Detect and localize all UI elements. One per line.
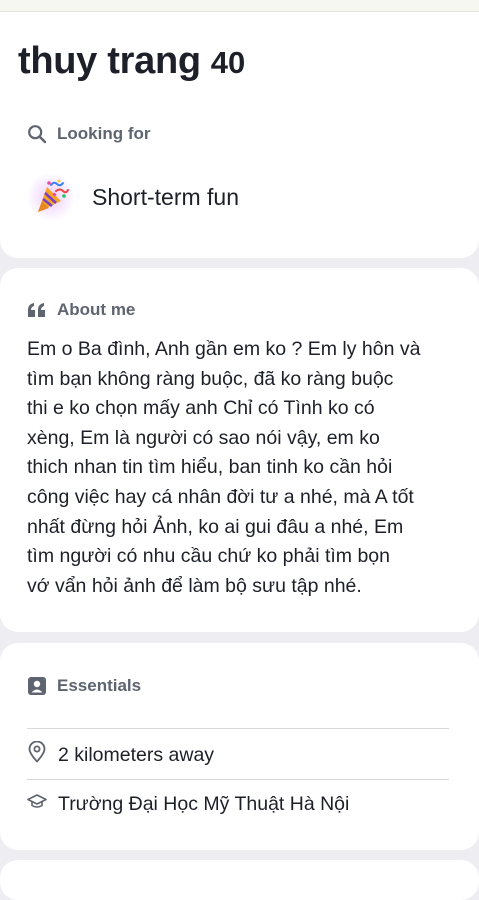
- quote-icon: [27, 301, 47, 319]
- essentials-heading: Essentials: [27, 676, 141, 696]
- divider: [27, 728, 449, 729]
- id-badge-icon: [27, 676, 47, 696]
- about-text: Em o Ba đình, Anh gần em ko ? Em ly hôn …: [27, 335, 459, 601]
- search-icon: [27, 124, 47, 144]
- party-popper-icon: [27, 173, 75, 221]
- essentials-item-label: 2 kilometers away: [58, 743, 215, 766]
- looking-for-heading: Looking for: [27, 124, 150, 144]
- about-heading-label: About me: [57, 300, 136, 319]
- looking-for-value: Short-term fun: [27, 173, 239, 221]
- profile-header: thuy trang 40: [18, 40, 245, 83]
- about-heading: About me: [27, 300, 135, 320]
- essentials-item-school: Trường Đại Học Mỹ Thuật Hà Nội: [27, 792, 349, 816]
- graduation-cap-icon: [27, 792, 47, 816]
- profile-name: thuy trang: [18, 40, 201, 82]
- about-line: nhất đừng hỏi Ảnh, ko ai gui đâu a nhé, …: [27, 515, 404, 538]
- looking-for-heading-label: Looking for: [57, 124, 151, 143]
- next-card: [0, 860, 479, 900]
- about-line: tìm người có nhu cầu chứ ko phải tìm bọn: [27, 545, 390, 568]
- looking-for-text: Short-term fun: [92, 183, 239, 210]
- about-line: vớ vẩn hỏi ảnh để làm bộ sưu tập nhé.: [27, 574, 362, 597]
- essentials-item-distance: 2 kilometers away: [27, 740, 215, 769]
- essentials-heading-label: Essentials: [57, 676, 142, 695]
- about-line: Em o Ba đình, Anh gần em ko ? Em ly hôn …: [27, 338, 421, 360]
- about-line: xèng, Em là người có sao nói vậy, em ko: [27, 426, 380, 449]
- location-pin-icon: [27, 740, 47, 769]
- about-line: công việc hay cá nhân đời tư a nhé, mà A…: [27, 485, 414, 508]
- divider: [27, 779, 449, 780]
- about-line: thich nhan tin tìm hiểu, ban tinh ko cần…: [27, 456, 393, 479]
- profile-age: 40: [210, 45, 246, 80]
- essentials-item-label: Trường Đại Học Mỹ Thuật Hà Nội: [58, 792, 350, 815]
- about-line: thi e ko chọn mấy anh Chỉ có Tình ko có: [27, 397, 375, 420]
- about-line: tìm bạn không ràng buộc, đã ko ràng buộc: [27, 367, 394, 390]
- top-strip: [0, 0, 479, 12]
